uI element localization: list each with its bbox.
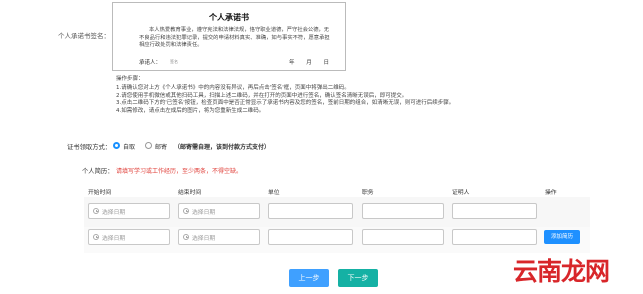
radio-mail-label[interactable]: 邮寄 bbox=[155, 142, 167, 151]
mail-note: （邮寄需自理，该到付款方式支付） bbox=[174, 144, 271, 151]
unit-input[interactable] bbox=[268, 229, 353, 245]
step-item: 4.如需修改，请点击左成后的图片，将为您重新生成二维码。 bbox=[116, 107, 265, 114]
clock-icon bbox=[93, 234, 99, 240]
start-date-input[interactable]: 选择日期 bbox=[88, 203, 170, 219]
radio-self-pickup[interactable] bbox=[113, 142, 120, 149]
unit-input[interactable] bbox=[268, 203, 353, 219]
steps-title: 操作步骤： bbox=[116, 76, 144, 82]
site-watermark: 云南龙网 bbox=[513, 257, 610, 286]
commitment-body: 本人热爱教育事业，遵守宪法和法律法规，恪守职业道德，严守社会公德，无不良品行和违… bbox=[139, 27, 330, 49]
end-date-input[interactable]: 选择日期 bbox=[178, 229, 260, 245]
step-item: 3.点击二维码下方的'已签名'按钮，检查页面中是否正常显示了承诺书内容及您的签名… bbox=[116, 100, 455, 107]
add-resume-button[interactable]: 添加简历 bbox=[544, 230, 580, 244]
next-step-button[interactable]: 下一步 bbox=[338, 269, 378, 287]
signer-name: 签名 bbox=[170, 59, 178, 64]
header-end-time: 结束时间 bbox=[178, 190, 202, 196]
position-input[interactable] bbox=[362, 203, 444, 219]
clock-icon bbox=[93, 208, 99, 214]
header-position: 职务 bbox=[362, 190, 374, 196]
commitment-title: 个人承诺书 bbox=[209, 13, 249, 22]
header-action: 操作 bbox=[545, 190, 557, 196]
resume-label: 个人简历： bbox=[82, 168, 114, 175]
start-date-input[interactable]: 选择日期 bbox=[88, 229, 170, 245]
date-placeholder: 选择日期 bbox=[102, 235, 126, 242]
header-unit: 单位 bbox=[268, 190, 280, 196]
radio-self-pickup-label[interactable]: 自取 bbox=[123, 142, 135, 151]
signature-box[interactable]: 个人承诺书 本人热爱教育事业，遵守宪法和法律法规，恪守职业道德，严守社会公德，无… bbox=[112, 2, 346, 71]
date-placeholder: 选择日期 bbox=[192, 235, 216, 242]
radio-mail[interactable] bbox=[145, 142, 152, 149]
receive-method-label: 证书领取方式： bbox=[67, 144, 112, 151]
date-placeholder: 选择日期 bbox=[192, 209, 216, 216]
reference-input[interactable] bbox=[452, 203, 537, 219]
steps-list: 1.请确认您对上方《个人承诺书》中的内容没有异议，再后点击'签名'框，页面中将弹… bbox=[116, 85, 496, 115]
header-reference: 证明人 bbox=[452, 190, 470, 196]
end-date-input[interactable]: 选择日期 bbox=[178, 203, 260, 219]
clock-icon bbox=[183, 234, 189, 240]
clock-icon bbox=[183, 208, 189, 214]
resume-note: 请填写学习或工作经历，至少两条，不得空缺。 bbox=[116, 168, 243, 175]
reference-input[interactable] bbox=[452, 229, 537, 245]
header-start-time: 开始时间 bbox=[88, 190, 112, 196]
position-input[interactable] bbox=[362, 229, 444, 245]
prev-step-button[interactable]: 上一步 bbox=[289, 269, 329, 287]
date-placeholder: 选择日期 bbox=[102, 209, 126, 216]
signature-label: 个人承诺书签名： bbox=[58, 32, 110, 40]
signer-label: 承诺人： bbox=[139, 60, 162, 66]
signature-date: 年 月 日 bbox=[289, 60, 329, 66]
step-item: 1.请确认您对上方《个人承诺书》中的内容没有异议，再后点击'签名'框，页面中将弹… bbox=[116, 85, 350, 91]
